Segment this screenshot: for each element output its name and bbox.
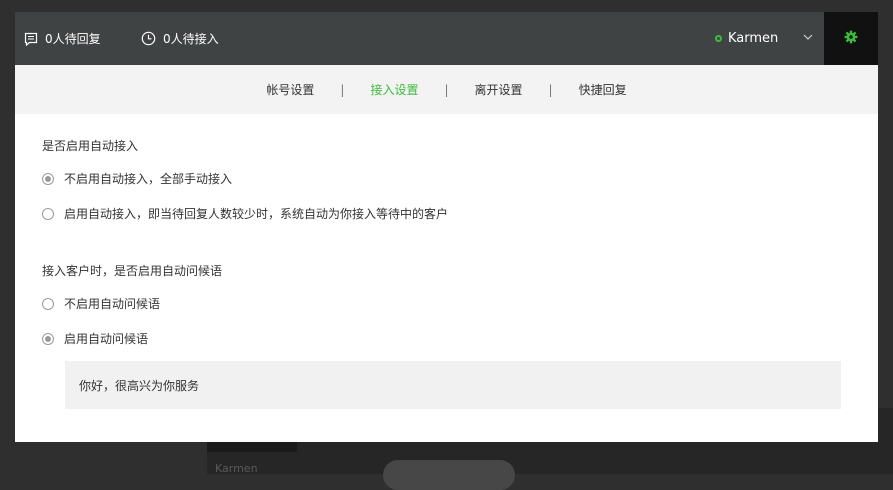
- tab-separator: |: [444, 82, 449, 97]
- greeting-message: 你好，很高兴为你服务: [79, 378, 200, 393]
- tab-away-settings[interactable]: 离开设置: [475, 81, 523, 98]
- greeting-message-box[interactable]: 你好，很高兴为你服务: [65, 361, 841, 409]
- pending-access-stat[interactable]: 0人待接入: [141, 12, 219, 65]
- tab-separator: |: [340, 82, 345, 97]
- tab-quick-reply[interactable]: 快捷回复: [579, 81, 627, 98]
- radio-button[interactable]: [42, 207, 54, 220]
- settings-panel: 0人待回复 0人待接入 Karmen 帐号设置 | 接入设置 | 离开设置 | …: [15, 12, 878, 442]
- user-menu[interactable]: Karmen: [715, 12, 778, 65]
- background-username: Karmen: [215, 462, 258, 475]
- option-label: 启用自动问候语: [64, 332, 149, 346]
- tab-access-settings[interactable]: 接入设置: [370, 81, 418, 98]
- tab-separator: |: [548, 82, 553, 97]
- message-icon: [24, 32, 38, 46]
- settings-button[interactable]: [824, 12, 878, 65]
- option-label: 不启用自动问候语: [64, 297, 161, 311]
- auto-greeting-title: 接入客户时，是否启用自动问候语: [42, 264, 223, 278]
- username: Karmen: [728, 31, 779, 46]
- radio-button[interactable]: [42, 332, 54, 345]
- enable-greeting-option[interactable]: 启用自动问候语: [42, 330, 148, 347]
- chevron-down-icon[interactable]: [802, 31, 814, 46]
- online-status-icon: [715, 35, 722, 42]
- radio-button[interactable]: [42, 297, 54, 310]
- radio-button[interactable]: [42, 172, 54, 185]
- pending-access-text: 0人待接入: [163, 32, 219, 46]
- pending-reply-stat[interactable]: 0人待回复: [24, 12, 101, 65]
- auto-access-title: 是否启用自动接入: [42, 139, 139, 153]
- background-bar: [207, 442, 297, 452]
- option-label: 启用自动接入，即当待回复人数较少时，系统自动为你接入等待中的客户: [64, 207, 449, 221]
- gear-icon: [844, 30, 858, 47]
- top-header: 0人待回复 0人待接入 Karmen: [15, 12, 878, 65]
- auto-access-option[interactable]: 启用自动接入，即当待回复人数较少时，系统自动为你接入等待中的客户: [42, 205, 448, 222]
- option-label: 不启用自动接入，全部手动接入: [64, 172, 233, 186]
- background-button: [383, 460, 515, 490]
- clock-icon: [141, 31, 156, 46]
- tab-account-settings[interactable]: 帐号设置: [266, 81, 314, 98]
- no-greeting-option[interactable]: 不启用自动问候语: [42, 295, 160, 312]
- pending-reply-text: 0人待回复: [45, 32, 101, 46]
- settings-tabs: 帐号设置 | 接入设置 | 离开设置 | 快捷回复: [15, 65, 878, 114]
- manual-access-option[interactable]: 不启用自动接入，全部手动接入: [42, 170, 232, 187]
